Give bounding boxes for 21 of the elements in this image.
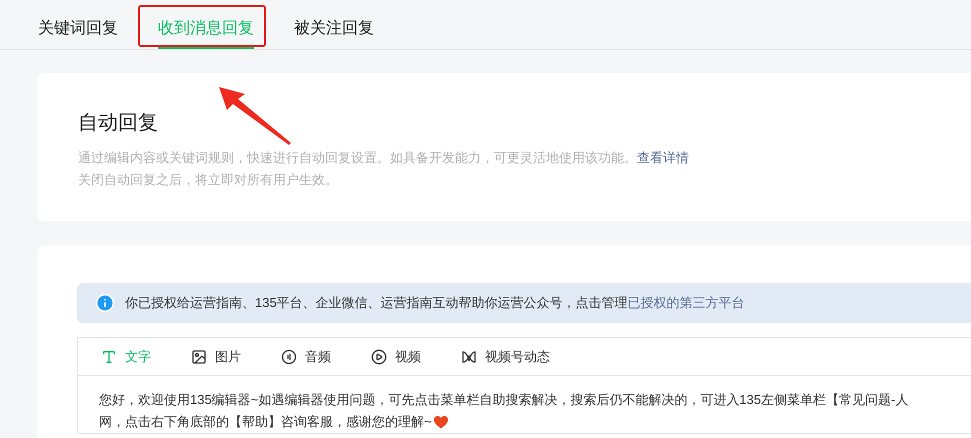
message-line: 网，点击右下角底部的【帮助】咨询客服，感谢您的理解~ — [99, 413, 432, 431]
tab[interactable]: 被关注回复 — [294, 17, 374, 49]
play-icon — [371, 348, 387, 364]
note: 关闭自动回复之后，将立即对所有用户生效。 — [78, 171, 339, 189]
image-icon — [191, 348, 207, 364]
butterfly-icon — [461, 348, 477, 364]
audio-icon — [281, 348, 297, 364]
description: 通过编辑内容或关键词规则，快速进行自动回复设置。如具备开发能力，可更灵活地使用该功能。查看详情 — [78, 149, 690, 167]
section-title: 自动回复 — [78, 111, 159, 136]
editor-tab[interactable]: 视频 — [371, 346, 421, 366]
text-icon — [101, 348, 117, 364]
third-party-link[interactable]: 已授权的第三方平台 — [628, 295, 745, 310]
editor-tab[interactable]: 视频号动态 — [461, 346, 550, 366]
editor-tab[interactable]: 音频 — [281, 346, 331, 366]
notice-text: 你已授权给运营指南、135平台、企业微信、运营指南互动帮助你运营公众号，点击管理已授权的第三方平台 — [125, 294, 745, 312]
info-icon — [95, 293, 115, 313]
details-link[interactable]: 查看详情 — [637, 150, 689, 165]
heart-icon — [434, 416, 448, 428]
editor-tab[interactable]: 图片 — [191, 346, 241, 366]
tab[interactable]: 关键词回复 — [38, 17, 118, 49]
message-line: 您好，欢迎使用135编辑器~如遇编辑器使用问题，可先点击菜单栏自助搜索解决，搜索后仍不能解决的，可进入135左侧菜单栏【常见问题-人 — [99, 391, 910, 409]
